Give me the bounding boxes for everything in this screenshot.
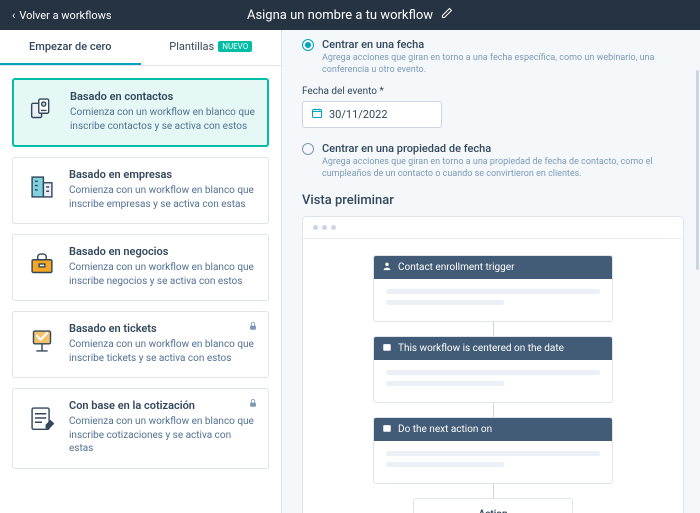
workflow-type-card[interactable]: Basado en tickets Comienza con un workflo…: [12, 311, 269, 378]
node-body: [374, 441, 612, 483]
event-date-value: 30/11/2022: [329, 108, 388, 121]
tab-scratch[interactable]: Empezar de cero: [0, 30, 141, 65]
window-dot: [331, 225, 336, 230]
placeholder-line: [386, 451, 600, 456]
right-panel: Centrar en una fecha Agrega acciones que…: [282, 30, 700, 513]
card-body: Basado en empresas Comienza con un workfl…: [69, 168, 256, 211]
window-dot: [313, 225, 318, 230]
workflow-type-card[interactable]: Basado en negocios Comienza con un workfl…: [12, 234, 269, 301]
node-enrollment-header: Contact enrollment trigger: [374, 256, 612, 279]
card-body: Basado en negocios Comienza con un workfl…: [69, 245, 256, 288]
card-list: Basado en contactos Comienza con un workf…: [0, 66, 281, 481]
card-title: Basado en tickets: [69, 322, 256, 335]
scrollbar[interactable]: [696, 70, 699, 270]
chevron-left-icon: ‹: [12, 9, 15, 22]
card-title: Basado en negocios: [69, 245, 256, 258]
top-bar: ‹ Volver a workflows Asigna un nombre a …: [0, 0, 700, 30]
tab-scratch-label: Empezar de cero: [29, 40, 111, 53]
connector: [493, 322, 494, 336]
card-body: Basado en contactos Comienza con un workf…: [70, 90, 255, 133]
card-desc: Comienza con un workflow en blanco que i…: [70, 106, 255, 133]
edit-title-icon[interactable]: [441, 7, 453, 23]
back-link[interactable]: ‹ Volver a workflows: [12, 9, 112, 22]
card-icon: [25, 247, 59, 281]
node-centered-date: This workflow is centered on the date: [373, 336, 613, 403]
card-desc: Comienza con un workflow en blanco que i…: [69, 184, 256, 211]
calendar-icon: [311, 107, 323, 122]
event-date-label: Fecha del evento *: [302, 86, 684, 97]
card-icon: [25, 170, 59, 204]
card-icon: [26, 92, 60, 126]
event-date-field: Fecha del evento * 30/11/2022: [302, 86, 684, 128]
connector: [493, 403, 494, 417]
placeholder-line: [386, 289, 600, 294]
node-next-action: Do the next action on: [373, 417, 613, 484]
badge-new: NUEVO: [218, 41, 252, 52]
left-tabs: Empezar de cero Plantillas NUEVO: [0, 30, 281, 66]
preview-canvas: Contact enrollment trigger This workflow…: [303, 239, 683, 513]
preview-toolbar: [303, 217, 683, 239]
preview-title: Vista preliminar: [302, 193, 684, 208]
option-center-date[interactable]: Centrar en una fecha: [302, 38, 684, 51]
radio-center-date-label: Centrar en una fecha: [322, 38, 424, 51]
node-enrollment: Contact enrollment trigger: [373, 255, 613, 322]
node-centered-date-header: This workflow is centered on the date: [374, 337, 612, 360]
preview-box: Contact enrollment trigger This workflow…: [302, 216, 684, 513]
workflow-type-card[interactable]: Con base en la cotización Comienza con un…: [12, 388, 269, 469]
window-dot: [322, 225, 327, 230]
node-next-action-title: Do the next action on: [398, 424, 492, 435]
card-icon: [25, 324, 59, 358]
placeholder-line: [386, 300, 504, 305]
workflow-type-card[interactable]: Basado en empresas Comienza con un workfl…: [12, 157, 269, 224]
option-center-prop[interactable]: Centrar en una propiedad de fecha: [302, 142, 684, 155]
left-sidebar: Empezar de cero Plantillas NUEVO Basado …: [0, 30, 282, 513]
card-desc: Comienza con un workflow en blanco que i…: [69, 415, 256, 456]
connector: [493, 484, 494, 498]
placeholder-line: [386, 462, 504, 467]
calendar-icon: [382, 423, 392, 436]
back-label: Volver a workflows: [19, 9, 111, 22]
lock-icon: [248, 320, 258, 334]
person-icon: [382, 261, 392, 274]
card-desc: Comienza con un workflow en blanco que i…: [69, 338, 256, 365]
placeholder-line: [386, 381, 504, 386]
workflow-type-card[interactable]: Basado en contactos Comienza con un workf…: [12, 78, 269, 147]
card-title: Con base en la cotización: [69, 399, 256, 412]
card-body: Con base en la cotización Comienza con un…: [69, 399, 256, 456]
calendar-icon: [382, 342, 392, 355]
node-body: [374, 360, 612, 402]
lock-icon: [248, 397, 258, 411]
node-action-title: Action: [426, 509, 560, 513]
radio-center-prop-label: Centrar en una propiedad de fecha: [322, 142, 491, 155]
tab-templates-label: Plantillas: [169, 40, 214, 53]
radio-center-prop-help: Agrega acciones que giran en torno a una…: [322, 157, 684, 180]
node-centered-date-title: This workflow is centered on the date: [398, 343, 564, 354]
radio-center-prop[interactable]: [302, 143, 314, 155]
node-enrollment-title: Contact enrollment trigger: [398, 262, 514, 273]
card-icon: [25, 401, 59, 435]
card-title: Basado en contactos: [70, 90, 255, 103]
card-title: Basado en empresas: [69, 168, 256, 181]
node-body: [374, 279, 612, 321]
tab-templates[interactable]: Plantillas NUEVO: [141, 30, 282, 65]
node-next-action-header: Do the next action on: [374, 418, 612, 441]
placeholder-line: [386, 370, 600, 375]
title-wrap: Asigna un nombre a tu workflow: [247, 7, 453, 23]
event-date-input[interactable]: 30/11/2022: [302, 101, 442, 128]
radio-center-date-help: Agrega acciones que giran en torno a una…: [322, 53, 684, 76]
node-action: Action: [413, 498, 573, 513]
page-title: Asigna un nombre a tu workflow: [247, 8, 433, 23]
card-desc: Comienza con un workflow en blanco que i…: [69, 261, 256, 288]
radio-center-date[interactable]: [302, 39, 314, 51]
card-body: Basado en tickets Comienza con un workflo…: [69, 322, 256, 365]
